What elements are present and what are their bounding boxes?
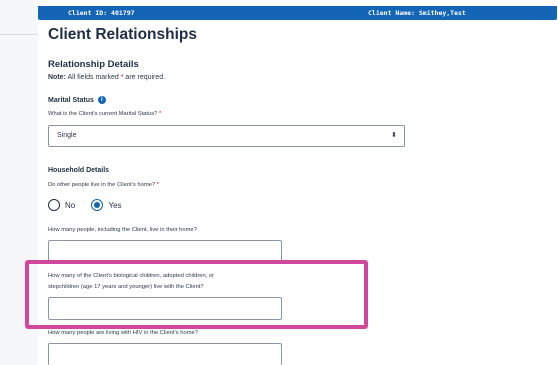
marital-status-question: What is the Client's current Marital Sta… (48, 109, 161, 120)
radio-yes-label[interactable]: Yes (108, 201, 121, 210)
household-details-heading: Household Details (48, 167, 110, 174)
marital-question-text: What is the Client's current Marital Sta… (48, 111, 158, 117)
page-title: Client Relationships (48, 26, 197, 43)
info-icon[interactable]: i (97, 96, 106, 104)
marital-status-heading: Marital Status i (48, 96, 106, 104)
hiv-count-input[interactable] (48, 343, 282, 365)
required-asterisk: * (158, 111, 162, 117)
household-radio-group: No Yes (48, 199, 136, 211)
note-label: Note: (48, 74, 66, 81)
marital-status-select[interactable]: Single ⬍ (48, 125, 405, 147)
section-title: Relationship Details (48, 59, 139, 70)
radio-no-label[interactable]: No (65, 201, 75, 210)
client-id: Client ID: 401797 (68, 9, 135, 17)
marital-status-label: Marital Status (48, 96, 94, 104)
left-divider (0, 34, 38, 35)
client-name: Client Name: Smithey,Test (368, 9, 466, 17)
radio-yes[interactable] (91, 199, 104, 211)
note-end: are required. (123, 74, 166, 81)
household-question: Do other people live in the Client's hom… (48, 180, 159, 191)
radio-no[interactable] (48, 199, 60, 211)
hiv-question: How many people are living with HIV in t… (48, 330, 198, 336)
select-arrows-icon: ⬍ (391, 132, 397, 139)
highlight-box (25, 260, 368, 329)
people-count-question: How many people, including the Client, l… (48, 227, 197, 233)
household-question-text: Do other people live in the Client's hom… (48, 182, 156, 188)
required-asterisk: * (156, 182, 160, 188)
note-text: All fields marked (65, 74, 121, 81)
client-header-bar: Client ID: 401797 Client Name: Smithey,T… (38, 6, 557, 20)
required-note: Note: All fields marked * are required. (48, 74, 165, 81)
marital-status-value: Single (57, 132, 77, 139)
